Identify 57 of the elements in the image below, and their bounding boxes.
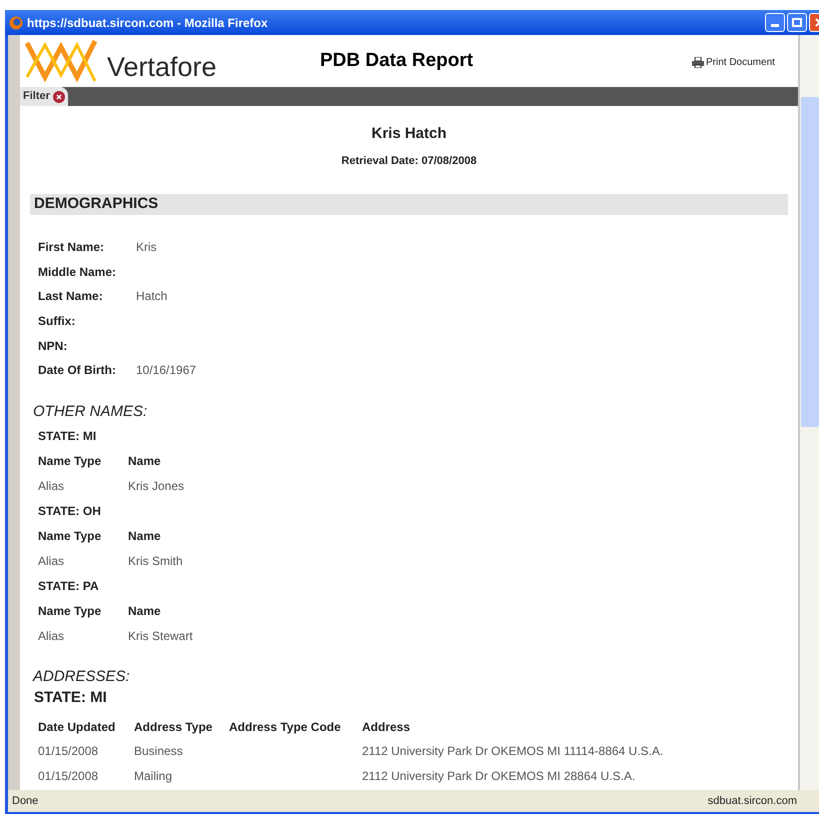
logo-icon xyxy=(25,37,97,85)
status-host: sdbuat.sircon.com xyxy=(708,794,797,809)
close-icon xyxy=(52,90,65,102)
minimize-button[interactable] xyxy=(765,13,785,32)
field-label: Date Of Birth: xyxy=(38,362,117,380)
printer-icon xyxy=(692,57,704,68)
field-label: Middle Name: xyxy=(38,264,118,281)
filter-tab[interactable]: Filter xyxy=(20,87,68,106)
table-cell-text: Kris Stewart xyxy=(128,628,194,645)
browser-logo-icon xyxy=(9,16,23,30)
field-label: NPN: xyxy=(38,338,68,355)
table-cell-text: Alias xyxy=(38,628,66,645)
print-document-link[interactable]: Print Document xyxy=(692,55,775,70)
logo-text: Vertafore xyxy=(107,50,217,84)
field-label: Suffix: xyxy=(38,313,76,330)
person-name: Kris Hatch xyxy=(370,124,448,144)
section-title: DEMOGRAPHICS xyxy=(34,194,158,214)
field-value: Hatch xyxy=(136,288,168,306)
column-header: Address Type Code xyxy=(229,718,342,736)
window-title: https://sdbuat.sircon.com - Mozilla Firefox xyxy=(27,14,268,32)
field-label: Last Name: xyxy=(38,288,104,306)
column-header: Date Updated xyxy=(38,718,116,736)
column-header: Address xyxy=(362,718,412,736)
field-value: Kris xyxy=(136,239,157,256)
retrieval-date: Retrieval Date: 07/08/2008 xyxy=(341,154,477,169)
table-cell-text: Alias xyxy=(38,478,66,495)
column-header: Name xyxy=(128,452,162,470)
table-cell-text: Business xyxy=(134,743,184,760)
minimize-icon xyxy=(771,24,779,27)
table-cell-text: 01/15/2008 xyxy=(38,743,100,760)
table-cell-text: Kris Jones xyxy=(128,478,186,495)
state-label: STATE: MI xyxy=(38,428,96,445)
scrollbar-thumb[interactable] xyxy=(801,97,819,427)
table-cell-text: Mailing xyxy=(134,768,174,785)
state-label: STATE: PA xyxy=(38,578,99,595)
field-value: 10/16/1967 xyxy=(136,362,196,380)
scrollbar[interactable] xyxy=(800,35,819,790)
column-header: Address Type xyxy=(134,718,214,736)
table-cell-text: 2112 University Park Dr OKEMOS MI 28864 U.S.A. xyxy=(362,768,636,785)
table-cell-text: 2112 University Park Dr OKEMOS MI 11114-8864 U.S.A. xyxy=(362,743,664,760)
status-text: Done xyxy=(12,794,38,809)
field-label: First Name: xyxy=(38,239,106,256)
maximize-icon xyxy=(792,18,802,27)
column-header: Name Type xyxy=(38,452,102,470)
section-title: OTHER NAMES: xyxy=(33,402,148,422)
column-header: Name xyxy=(128,602,162,620)
table-cell-text: Alias xyxy=(38,552,66,570)
state-label: STATE: OH xyxy=(38,502,101,520)
state-label: STATE: MI xyxy=(34,688,107,708)
column-header: Name Type xyxy=(38,602,102,620)
column-header: Name Type xyxy=(38,528,102,545)
report-title: PDB Data Report xyxy=(320,49,474,73)
column-header: Name xyxy=(128,528,162,545)
table-cell-text: Kris Smith xyxy=(128,552,184,570)
section-title: ADDRESSES: xyxy=(33,666,131,687)
maximize-button[interactable] xyxy=(787,13,807,32)
table-cell-text: 01/15/2008 xyxy=(38,768,100,785)
